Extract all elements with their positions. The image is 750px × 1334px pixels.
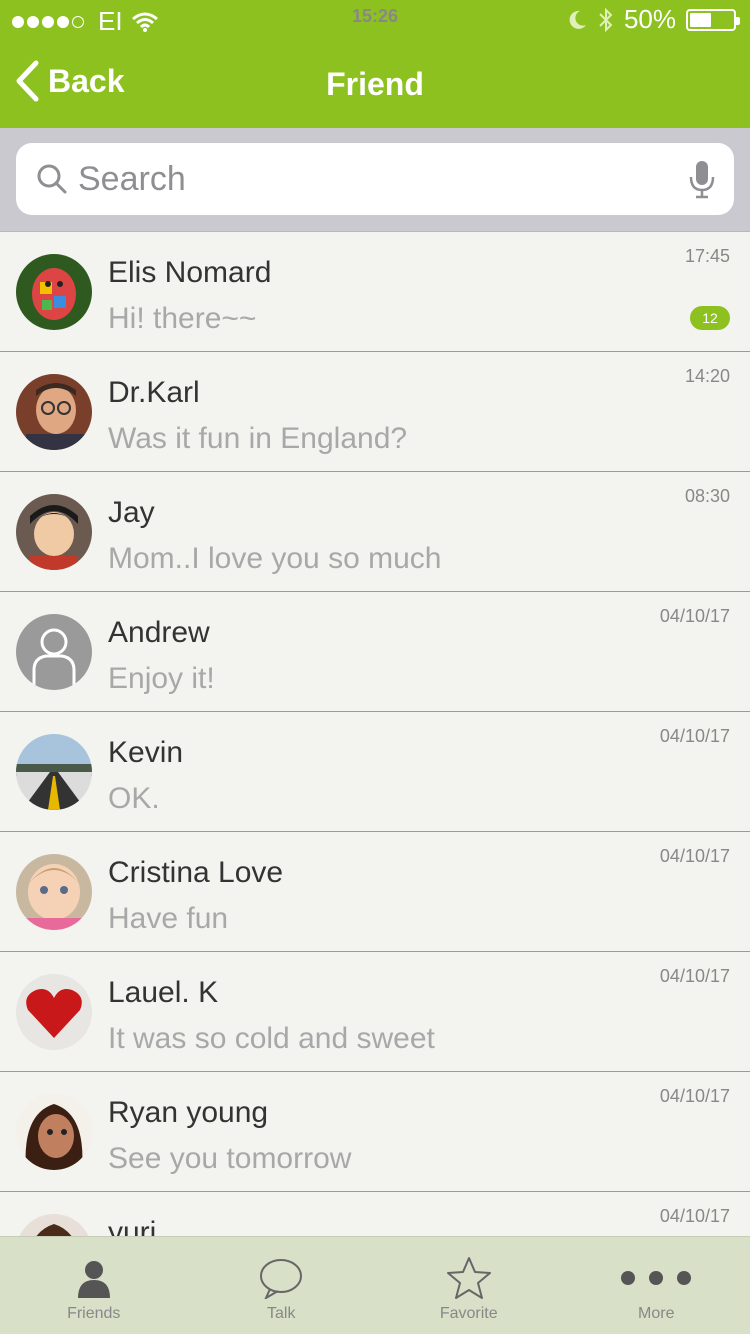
- contact-name: Andrew: [108, 616, 210, 649]
- message-time: 04/10/17: [659, 846, 730, 866]
- tab-friends[interactable]: Friends: [0, 1237, 188, 1334]
- last-message: Hi! there~~: [108, 302, 257, 335]
- search-area: [0, 128, 750, 232]
- contact-name: Jay: [108, 496, 155, 529]
- avatar-woman: [16, 1094, 92, 1170]
- status-bar: EI 15:26 50%: [0, 0, 750, 40]
- chat-row[interactable]: Elis Nomard Hi! there~~ 17:45 12: [0, 232, 750, 352]
- last-message: Mom..I love you so much: [108, 542, 442, 575]
- avatar-road: [16, 734, 92, 810]
- message-time: 04/10/17: [659, 1206, 730, 1226]
- battery-icon: [686, 8, 740, 31]
- message-time: 04/10/17: [659, 1086, 730, 1106]
- chat-row[interactable]: Ryan young See you tomorrow 04/10/17: [0, 1072, 750, 1192]
- tab-label: Talk: [267, 1305, 296, 1322]
- avatar-toy-elephant: [16, 254, 92, 330]
- search-box[interactable]: [16, 143, 734, 215]
- nav-bar: Back Friend: [0, 40, 750, 128]
- chat-row[interactable]: Cristina Love Have fun 04/10/17: [0, 832, 750, 952]
- avatar-person: [16, 1214, 92, 1236]
- message-time: 17:45: [684, 246, 730, 266]
- tab-talk[interactable]: Talk: [188, 1237, 376, 1334]
- avatar-red-heart: [16, 974, 92, 1050]
- status-right: 50%: [566, 4, 740, 35]
- message-time: 04/10/17: [659, 966, 730, 986]
- battery-percent: 50%: [623, 4, 676, 34]
- contact-name: yuri: [108, 1216, 157, 1236]
- message-time: 04/10/17: [659, 606, 730, 626]
- last-message: It was so cold and sweet: [108, 1022, 435, 1055]
- contact-name: Kevin: [108, 736, 184, 769]
- contact-name: Ryan young: [108, 1096, 269, 1129]
- chat-row[interactable]: Dr.Karl Was it fun in England? 14:20: [0, 352, 750, 472]
- contact-name: Elis Nomard: [108, 256, 272, 289]
- contact-name: Lauel. K: [108, 976, 219, 1009]
- last-message: Was it fun in England?: [108, 422, 408, 455]
- unread-badge: 12: [690, 306, 730, 330]
- chat-row[interactable]: yuri 04/10/17: [0, 1192, 750, 1236]
- last-message: See you tomorrow: [108, 1142, 352, 1175]
- avatar-man-glasses: [16, 374, 92, 450]
- chat-row[interactable]: Andrew Enjoy it! 04/10/17: [0, 592, 750, 712]
- avatar-default-user-icon: [16, 614, 92, 690]
- tab-label: Friends: [67, 1305, 121, 1322]
- chat-row[interactable]: Lauel. K It was so cold and sweet 04/10/…: [0, 952, 750, 1072]
- last-message: Enjoy it!: [108, 662, 215, 695]
- contact-name: Dr.Karl: [108, 376, 200, 409]
- avatar-boy: [16, 494, 92, 570]
- tab-bar: Friends Talk Favorite More: [0, 1236, 750, 1334]
- contact-name: Cristina Love: [108, 856, 284, 889]
- message-time: 08:30: [684, 486, 730, 506]
- search-input[interactable]: [78, 153, 678, 205]
- chat-bubble-icon: [260, 1259, 303, 1299]
- last-message: OK.: [108, 782, 160, 815]
- chat-row[interactable]: Jay Mom..I love you so much 08:30: [0, 472, 750, 592]
- top-bar: EI 15:26 50% Back Friend: [0, 0, 750, 128]
- tab-favorite[interactable]: Favorite: [375, 1237, 563, 1334]
- tab-label: More: [638, 1305, 675, 1322]
- message-time: 04/10/17: [659, 726, 730, 746]
- message-time: 14:20: [684, 366, 730, 386]
- tab-label: Favorite: [439, 1305, 498, 1322]
- more-icon: [621, 1271, 692, 1285]
- last-message: Have fun: [108, 902, 229, 935]
- search-icon: [37, 164, 67, 194]
- bluetooth-icon: [599, 7, 613, 32]
- moon-icon: [569, 10, 586, 29]
- tab-more[interactable]: More: [563, 1237, 750, 1334]
- person-icon: [77, 1261, 110, 1298]
- avatar-baby: [16, 854, 92, 930]
- microphone-icon[interactable]: [688, 159, 716, 199]
- page-title: Friend: [326, 66, 424, 102]
- chat-list: Elis Nomard Hi! there~~ 17:45 12 Dr.Karl…: [0, 231, 750, 1236]
- chat-row[interactable]: Kevin OK. 04/10/17: [0, 712, 750, 832]
- star-icon: [446, 1257, 491, 1299]
